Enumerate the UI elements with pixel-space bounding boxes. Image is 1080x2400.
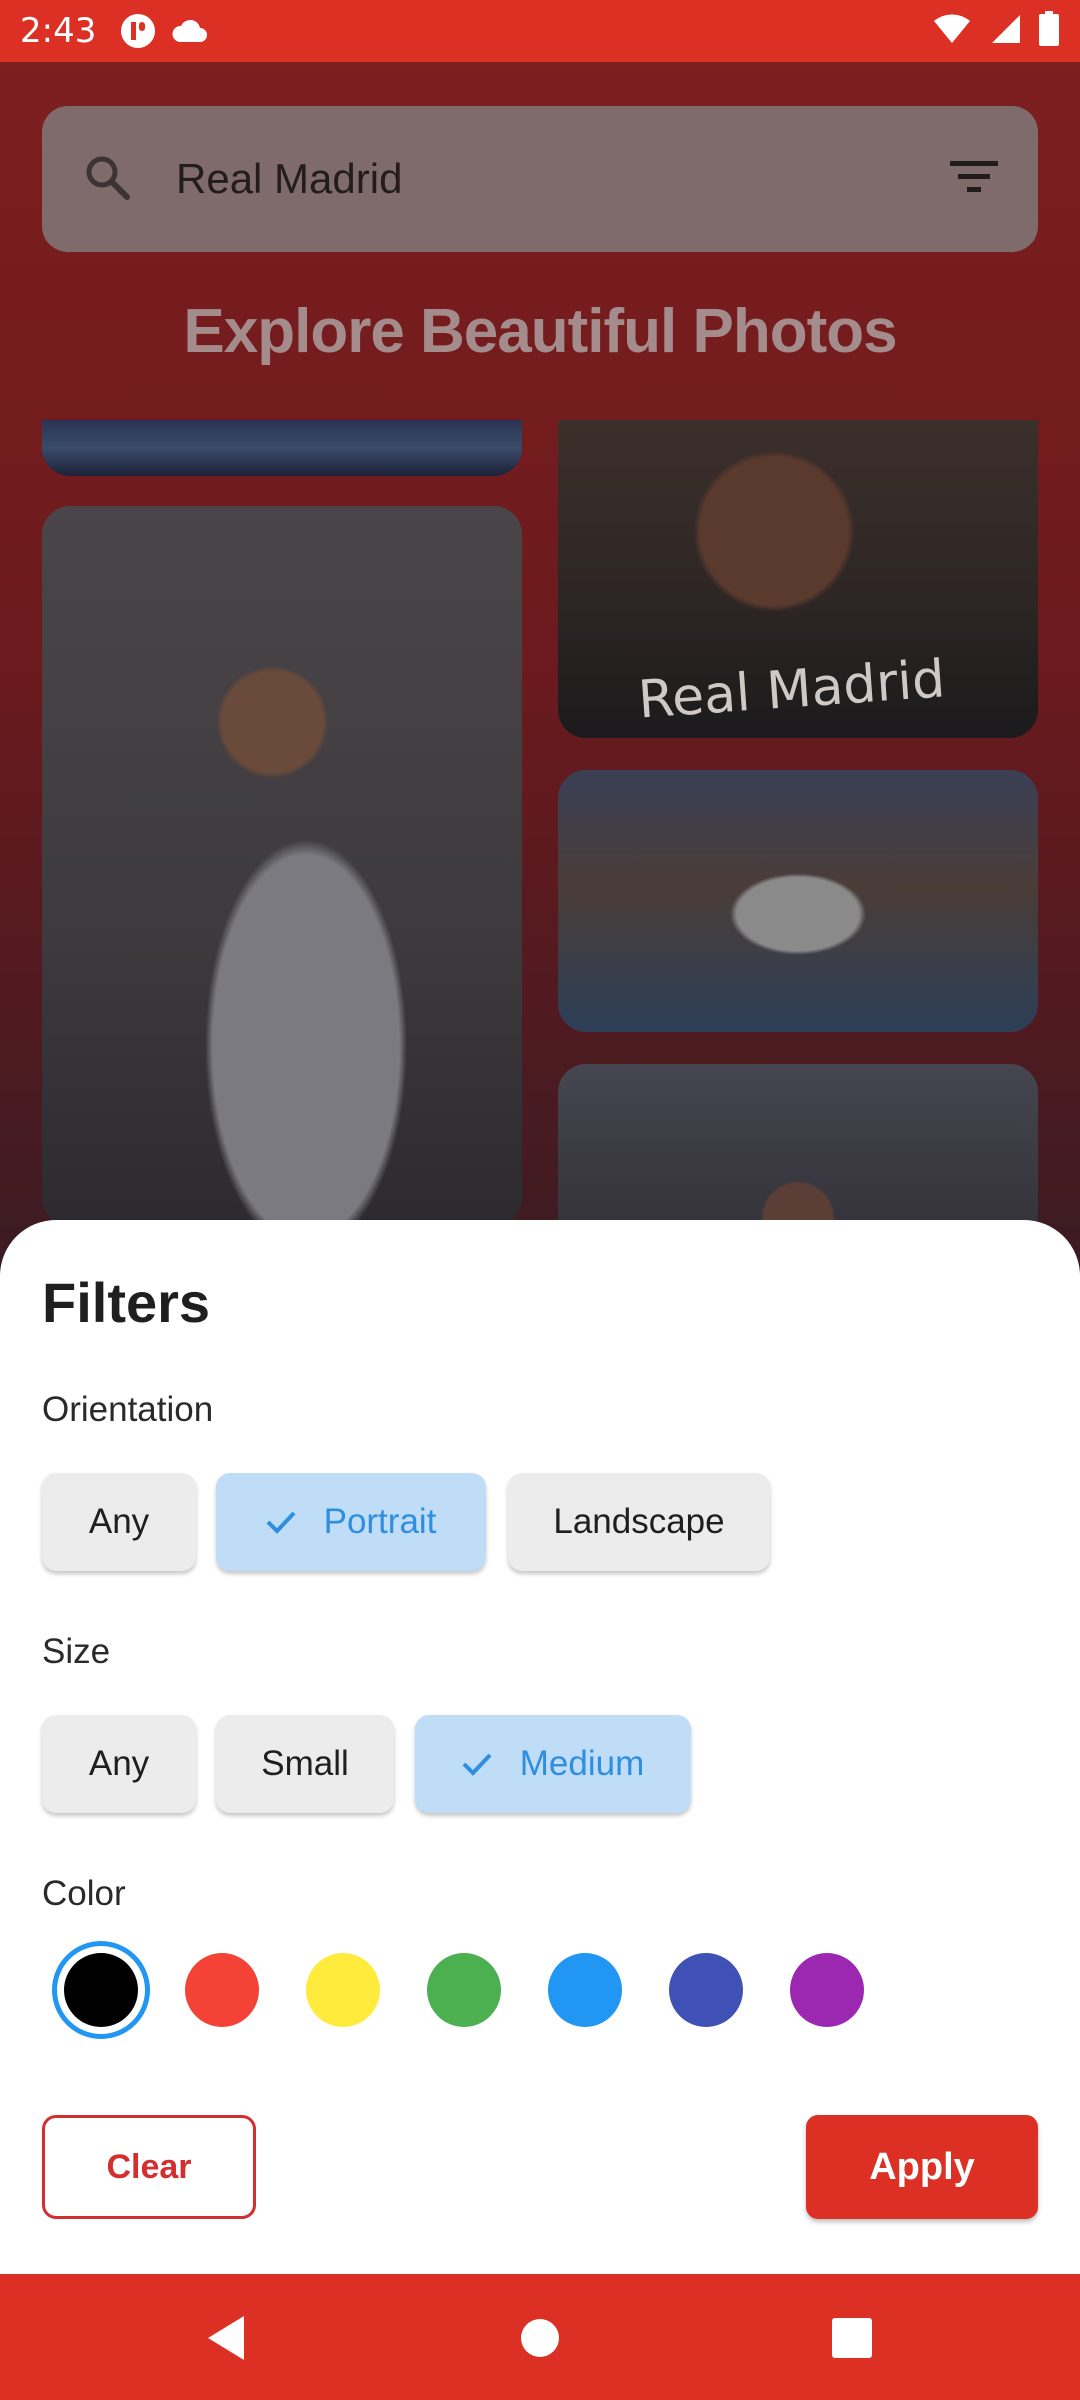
color-swatch[interactable]: [790, 1953, 864, 2027]
wifi-icon: [932, 13, 972, 50]
sheet-title: Filters: [42, 1271, 211, 1334]
status-time: 2:43: [20, 11, 97, 51]
chip-label: Portrait: [323, 1502, 437, 1541]
filters-sheet: Filters Orientation Any Portrait Landsca…: [0, 1220, 1080, 2274]
color-label: Color: [42, 1874, 126, 1913]
chip-orientation-landscape[interactable]: Landscape: [508, 1473, 770, 1571]
color-swatch[interactable]: [669, 1953, 743, 2027]
apply-button[interactable]: Apply: [806, 2115, 1038, 2219]
photo-tile[interactable]: [42, 506, 522, 1226]
recents-icon[interactable]: [830, 2314, 874, 2367]
home-icon[interactable]: [520, 2314, 564, 2367]
app-notification-icon: [120, 13, 156, 49]
photo-tile[interactable]: Real Madrid: [558, 420, 1038, 738]
signal-icon: [988, 13, 1022, 50]
photo-tile[interactable]: [558, 770, 1038, 1032]
color-swatch[interactable]: [548, 1953, 622, 2027]
clear-button[interactable]: Clear: [42, 2115, 256, 2219]
battery-icon: [1038, 10, 1060, 52]
check-icon: [462, 1752, 492, 1776]
color-swatch[interactable]: [306, 1953, 380, 2027]
chip-orientation-any[interactable]: Any: [42, 1473, 196, 1571]
page-title: Explore Beautiful Photos: [183, 297, 897, 366]
check-icon: [266, 1510, 296, 1534]
photo-tile[interactable]: [42, 420, 522, 476]
chip-label: Any: [88, 1744, 150, 1783]
chip-label: Medium: [519, 1744, 645, 1783]
filter-icon[interactable]: [950, 159, 998, 200]
chip-size-any[interactable]: Any: [42, 1715, 196, 1813]
navigation-bar: [0, 2274, 1080, 2400]
color-swatch[interactable]: [64, 1953, 138, 2027]
search-input[interactable]: Real Madrid: [176, 155, 402, 203]
chip-size-small[interactable]: Small: [216, 1715, 394, 1813]
search-icon: [82, 152, 132, 207]
cloud-icon: [170, 18, 208, 44]
orientation-label: Orientation: [42, 1390, 214, 1429]
size-label: Size: [42, 1632, 111, 1671]
chip-size-medium[interactable]: Medium: [415, 1715, 691, 1813]
chip-orientation-portrait[interactable]: Portrait: [216, 1473, 486, 1571]
chip-label: Small: [261, 1744, 349, 1783]
back-icon[interactable]: [204, 2314, 248, 2367]
color-swatch[interactable]: [185, 1953, 259, 2027]
search-bar[interactable]: Real Madrid: [42, 106, 1038, 252]
chip-label: Landscape: [553, 1502, 725, 1541]
color-swatch[interactable]: [427, 1953, 501, 2027]
photo-shirt-text: Real Madrid: [636, 649, 947, 731]
status-bar: 2:43: [0, 0, 1080, 62]
chip-label: Any: [88, 1502, 150, 1541]
